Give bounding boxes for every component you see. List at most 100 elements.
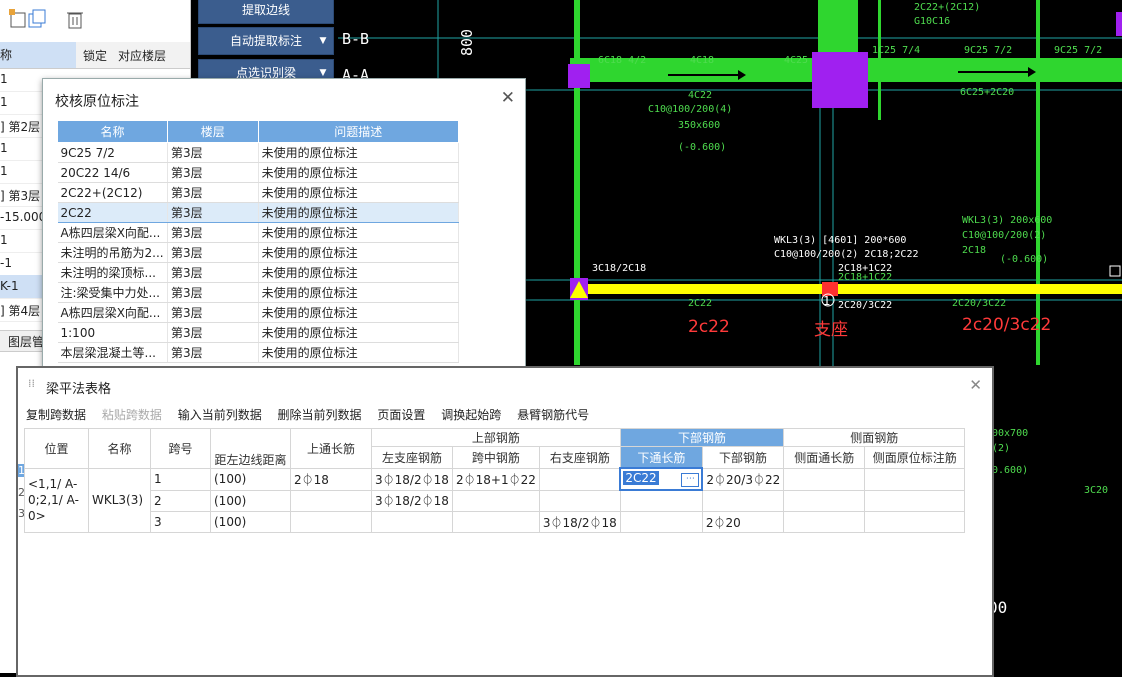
delete-column-button[interactable]: 删除当前列数据 — [278, 408, 362, 422]
span-cell[interactable]: 1 — [150, 467, 211, 491]
table-row[interactable]: 20C22 14/6 第3层 未使用的原位标注 — [57, 162, 460, 183]
right-support-cell[interactable]: 3⏀18/2⏀18 — [538, 511, 621, 533]
layer-row-label: 1 — [0, 164, 8, 178]
auto-extract-label-button[interactable]: 自动提取标注 ▼ — [198, 27, 334, 55]
cad-label: 6C25+2C20 — [960, 87, 1015, 98]
header-mid-span[interactable]: 跨中钢筋 — [452, 446, 540, 469]
mid-span-cell[interactable]: 2⏀18+1⏀22 — [452, 467, 540, 491]
floor-cell: 第3层 — [167, 182, 259, 203]
layer-row-label: ] 第4层 — [0, 304, 41, 318]
problem-cell: 未使用的原位标注 — [258, 262, 460, 283]
side-through-cell[interactable] — [783, 511, 866, 533]
bottom-bar-cell[interactable]: 2⏀20 — [701, 511, 785, 533]
top-through-cell[interactable]: 2⏀18 — [290, 467, 372, 491]
span-cell[interactable]: 2 — [150, 489, 211, 512]
copy-span-button[interactable]: 复制跨数据 — [26, 408, 86, 422]
bottom-through-input[interactable]: 2C22 ⋯ — [619, 467, 704, 491]
left-support-cell[interactable]: 3⏀18/2⏀18 — [371, 467, 453, 491]
table-row[interactable]: 未注明的吊筋为2... 第3层 未使用的原位标注 — [57, 242, 460, 263]
name-cell: 2C22+(2C12) — [57, 182, 168, 203]
position-cell[interactable]: <1,1/ A-0;2,1/ A-0> — [24, 467, 89, 533]
paste-span-button[interactable]: 粘贴跨数据 — [102, 408, 162, 422]
cad-label: 2C20/3C22 — [952, 298, 1007, 309]
side-through-cell[interactable] — [783, 489, 866, 512]
extract-edge-button[interactable]: 提取边线 — [198, 0, 334, 24]
dist-cell[interactable]: (100) — [210, 489, 291, 512]
side-through-cell[interactable] — [783, 467, 866, 491]
dist-cell[interactable]: (100) — [210, 511, 291, 533]
table-row[interactable]: 9C25 7/2 第3层 未使用的原位标注 — [57, 142, 460, 163]
layer-row-label: ] 第2层 — [0, 120, 41, 134]
header-top-through[interactable]: 上通长筋 — [290, 428, 372, 469]
toolbar: 复制跨数据 粘贴跨数据 输入当前列数据 删除当前列数据 页面设置 调换起始跨 悬… — [26, 406, 601, 423]
beam-spec-5: 3C18/2C18 — [592, 263, 647, 274]
table-row[interactable]: A栋四层梁X向配... 第3层 未使用的原位标注 — [57, 222, 460, 243]
cad-label: C10@100/200(4) — [648, 104, 733, 115]
header-dist[interactable]: 距左边线距离 — [210, 428, 291, 469]
header-bottom-bar[interactable]: 下部钢筋 — [701, 446, 785, 469]
bottom-through-cell[interactable] — [619, 489, 703, 512]
header-right-support[interactable]: 右支座钢筋 — [538, 446, 621, 469]
delete-icon[interactable] — [64, 8, 88, 32]
left-support-cell[interactable] — [371, 511, 453, 533]
header-left-support[interactable]: 左支座钢筋 — [371, 446, 453, 469]
input-column-button[interactable]: 输入当前列数据 — [178, 408, 262, 422]
left-support-cell[interactable]: 3⏀18/2⏀18 — [371, 489, 453, 512]
header-name[interactable]: 名称 — [88, 428, 151, 469]
swap-start-span-button[interactable]: 调换起始跨 — [441, 408, 501, 422]
mid-span-cell[interactable] — [452, 511, 540, 533]
header-problem[interactable]: 问题描述 — [257, 120, 460, 143]
header-group-top: 上部钢筋 — [371, 428, 621, 447]
ellipsis-icon[interactable]: ⋯ — [681, 473, 700, 487]
table-row[interactable]: 1:100 第3层 未使用的原位标注 — [57, 322, 460, 343]
beam-table-dialog: ⁞⁞ 梁平法表格 ✕ 复制跨数据 粘贴跨数据 输入当前列数据 删除当前列数据 页… — [16, 366, 994, 677]
table-row[interactable]: A栋四层梁X向配... 第3层 未使用的原位标注 — [57, 302, 460, 323]
cad-label: 4C18 — [690, 55, 715, 66]
header-side-through[interactable]: 侧面通长筋 — [783, 446, 866, 469]
floor-cell: 第3层 — [167, 142, 259, 163]
page-setup-button[interactable]: 页面设置 — [377, 408, 425, 422]
header-bottom-through[interactable]: 下通长筋 — [619, 446, 703, 469]
table-row[interactable]: 本层梁混凝土等... 第3层 未使用的原位标注 — [57, 342, 460, 363]
name-cell: 未注明的梁顶标... — [57, 262, 168, 283]
side-orig-cell[interactable] — [864, 467, 966, 491]
table-row[interactable]: 2C22+(2C12) 第3层 未使用的原位标注 — [57, 182, 460, 203]
bottom-through-cell[interactable] — [619, 511, 703, 533]
header-name[interactable]: 名称 — [57, 120, 168, 143]
problem-cell: 未使用的原位标注 — [258, 342, 460, 363]
bottom-bar-cell[interactable]: 2⏀20/3⏀22 — [701, 467, 785, 491]
close-icon[interactable]: ✕ — [501, 88, 515, 108]
table-row[interactable]: 注:梁受集中力处... 第3层 未使用的原位标注 — [57, 282, 460, 303]
table-row[interactable]: 2C22 第3层 未使用的原位标注 — [57, 202, 460, 223]
mid-span-cell[interactable] — [452, 489, 540, 512]
cad-label: 9C25 7/2 — [964, 45, 1013, 56]
table-row[interactable]: 未注明的梁顶标... 第3层 未使用的原位标注 — [57, 262, 460, 283]
drag-handle-icon[interactable]: ⁞⁞ — [28, 377, 35, 390]
name-cell: A栋四层梁X向配... — [57, 222, 168, 243]
top-through-cell[interactable] — [290, 511, 372, 533]
problem-cell: 未使用的原位标注 — [258, 162, 460, 183]
side-orig-cell[interactable] — [864, 489, 966, 512]
header-side-orig[interactable]: 侧面原位标注筋 — [864, 446, 966, 469]
side-orig-cell[interactable] — [864, 511, 966, 533]
top-through-cell[interactable] — [290, 489, 372, 512]
cad-label: 2C22+(2C12) — [914, 2, 981, 13]
layer-table-header: 称 锁定 对应楼层 — [0, 42, 190, 69]
right-support-cell[interactable] — [538, 489, 621, 512]
header-span[interactable]: 跨号 — [150, 428, 211, 469]
dimension-800: 800 — [458, 28, 476, 56]
layer-row-label: ] 第3层 — [0, 189, 41, 203]
dropdown-arrow-icon[interactable]: ▼ — [317, 28, 329, 54]
cantilever-code-button[interactable]: 悬臂钢筋代号 — [517, 408, 589, 422]
dist-cell[interactable]: (100) — [210, 467, 291, 491]
copy-icon[interactable] — [26, 8, 50, 32]
problem-cell: 未使用的原位标注 — [258, 142, 460, 163]
header-group-side: 侧面钢筋 — [783, 428, 966, 447]
header-position[interactable]: 位置 — [24, 428, 89, 469]
name-cell[interactable]: WKL3(3) — [88, 467, 151, 533]
span-cell[interactable]: 3 — [150, 511, 211, 533]
right-support-cell[interactable] — [538, 467, 621, 491]
close-icon[interactable]: ✕ — [969, 376, 982, 394]
bottom-bar-cell[interactable] — [701, 489, 785, 512]
header-floor[interactable]: 楼层 — [166, 120, 259, 143]
